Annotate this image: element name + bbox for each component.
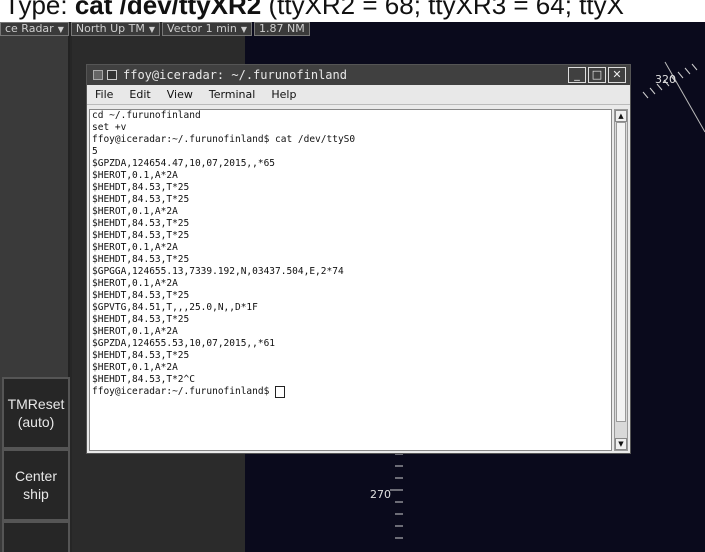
terminal-line: $HEROT,0.1,A*2A [92,278,178,289]
maximize-icon[interactable]: □ [588,67,606,83]
orientation-dropdown[interactable]: North Up TM ▼ [70,22,161,36]
left-control-panel: TMReset (auto) Center ship [0,36,70,552]
terminal-line: 5 [92,146,98,157]
terminal-line: $HEROT,0.1,A*2A [92,206,178,217]
bearing-label-270: 270 [370,488,391,501]
menu-help[interactable]: Help [263,88,304,101]
terminal-line: $HEHDT,84.53,T*2^C [92,374,195,385]
terminal-line: $HEROT,0.1,A*2A [92,242,178,253]
menu-view[interactable]: View [159,88,201,101]
caption-suffix: (ttyXR2 = 68; ttyXR3 = 64; ttyX [261,0,624,20]
terminal-line: $HEHDT,84.53,T*25 [92,290,190,301]
terminal-line: $HEHDT,84.53,T*25 [92,218,190,229]
radar-toolbar: ce Radar ▼ North Up TM ▼ Vector 1 min ▼ 1.8… [0,22,312,36]
terminal-scrollbar[interactable]: ▲ ▼ [614,109,628,451]
chevron-down-icon: ▼ [57,25,64,34]
center-ship-label: Center ship [14,468,58,502]
terminal-line: $HEHDT,84.53,T*25 [92,314,190,325]
terminal-line: set +v [92,122,127,133]
menu-terminal[interactable]: Terminal [201,88,264,101]
terminal-line: $HEHDT,84.53,T*25 [92,254,190,265]
terminal-line: $HEHDT,84.53,T*25 [92,182,190,193]
terminal-output[interactable]: cd ~/.furunofinland set +v ffoy@iceradar… [89,109,612,451]
center-ship-button[interactable]: Center ship [2,449,70,521]
menu-file[interactable]: File [87,88,121,101]
caption-prefix: Type: [4,0,75,20]
radar-mode-dropdown[interactable]: ce Radar ▼ [0,22,69,36]
vector-dropdown[interactable]: Vector 1 min ▼ [162,22,252,36]
terminal-line: $HEROT,0.1,A*2A [92,170,178,181]
terminal-line: $GPZDA,124654.47,10,07,2015,,*65 [92,158,276,169]
chevron-down-icon: ▼ [148,25,156,34]
terminal-app-icon [107,70,117,80]
terminal-line: ffoy@iceradar:~/.furunofinland$ cat /dev… [92,134,356,145]
terminal-line: $GPGGA,124655.13,7339.192,N,03437.504,E,… [92,266,344,277]
minimize-icon[interactable]: _ [568,67,586,83]
radar-mode-label: ce Radar [5,22,54,35]
scroll-down-arrow-icon[interactable]: ▼ [615,438,627,450]
scrollbar-thumb[interactable] [616,122,626,422]
page-caption: Type: cat /dev/ttyXR2 (ttyXR2 = 68; ttyX… [0,0,705,22]
terminal-line: $HEHDT,84.53,T*25 [92,194,190,205]
terminal-titlebar[interactable]: ffoy@iceradar: ~/.furunofinland _ □ ✕ [87,65,630,85]
tm-reset-button[interactable]: TMReset (auto) [2,377,70,449]
terminal-window[interactable]: ffoy@iceradar: ~/.furunofinland _ □ ✕ Fi… [86,64,631,454]
tm-reset-label: TMReset (auto) [7,396,65,430]
panel-button-partial[interactable] [2,521,70,552]
range-label: 1.87 NM [258,22,305,35]
window-controls: _ □ ✕ [566,67,626,83]
chevron-down-icon: ▼ [240,25,247,34]
terminal-line: $HEHDT,84.53,T*25 [92,350,190,361]
window-menu-icon[interactable] [93,70,103,80]
terminal-prompt-line[interactable]: ffoy@iceradar:~/.furunofinland$ [90,386,611,398]
terminal-line: $HEHDT,84.53,T*25 [92,230,190,241]
orientation-label: North Up TM [75,22,145,35]
close-icon[interactable]: ✕ [608,67,626,83]
menu-edit[interactable]: Edit [121,88,158,101]
vector-label: Vector 1 min [167,22,237,35]
terminal-line: $GPVTG,84.51,T,,,25.0,N,,D*1F [92,302,258,313]
terminal-menubar: File Edit View Terminal Help [87,85,630,105]
text-cursor [275,386,286,398]
scroll-up-arrow-icon[interactable]: ▲ [615,110,627,122]
terminal-line: $GPZDA,124655.53,10,07,2015,,*61 [92,338,276,349]
terminal-line: $HEROT,0.1,A*2A [92,362,178,373]
bearing-label-320: 320 [655,73,676,86]
terminal-prompt: ffoy@iceradar:~/.furunofinland$ [92,386,276,397]
caption-command: cat /dev/ttyXR2 [74,0,262,20]
window-title: ffoy@iceradar: ~/.furunofinland [123,68,347,82]
range-dropdown[interactable]: 1.87 NM [253,22,310,36]
terminal-line: cd ~/.furunofinland [92,110,201,121]
terminal-line: $HEROT,0.1,A*2A [92,326,178,337]
